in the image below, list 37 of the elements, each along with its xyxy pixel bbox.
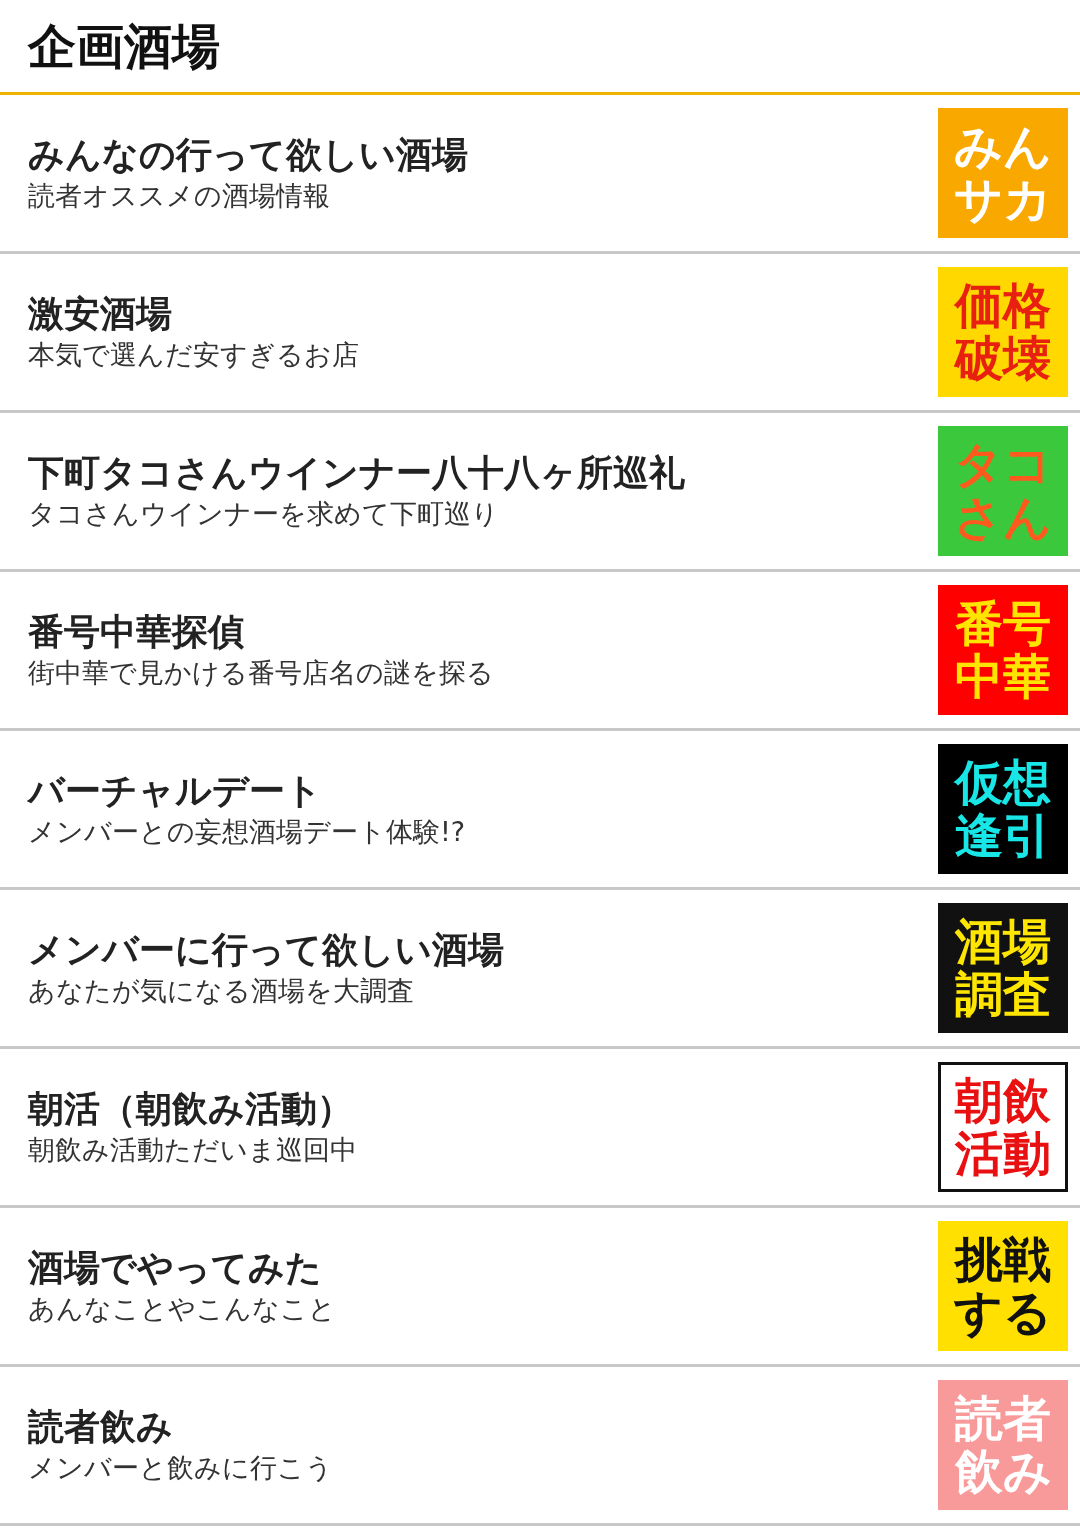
list-item[interactable]: 朝活（朝飲み活動） 朝飲み活動ただいま巡回中 朝飲 活動: [0, 1049, 1080, 1208]
badge-label: 酒場 調査: [955, 915, 1051, 1021]
list-item[interactable]: 下町タコさんウインナー八十八ヶ所巡礼 タコさんウインナーを求めて下町巡り タコ さん: [0, 413, 1080, 572]
badge-label: 読者 飲み: [954, 1392, 1052, 1498]
badge-label: 価格 破壊: [955, 279, 1051, 385]
item-subtitle: 本気で選んだ安すぎるお店: [28, 339, 360, 372]
list-item[interactable]: 激安酒場 本気で選んだ安すぎるお店 価格 破壊: [0, 254, 1080, 413]
item-title: 読者飲み: [28, 1405, 174, 1449]
item-subtitle: あんなことやこんなこと: [28, 1293, 337, 1326]
item-title: 朝活（朝飲み活動）: [28, 1087, 354, 1131]
badge-label: タコ さん: [954, 438, 1052, 544]
badge-label: 朝飲 活動: [955, 1074, 1051, 1180]
item-subtitle: タコさんウインナーを求めて下町巡り: [28, 498, 500, 531]
item-subtitle: あなたが気になる酒場を大調査: [28, 975, 415, 1008]
item-title: 番号中華探偵: [28, 610, 245, 654]
badge-label: みん サカ: [954, 120, 1052, 226]
list-item[interactable]: メンバーに行って欲しい酒場 あなたが気になる酒場を大調査 酒場 調査: [0, 890, 1080, 1049]
item-subtitle: 朝飲み活動ただいま巡回中: [28, 1134, 358, 1167]
item-subtitle: メンバーと飲みに行こう: [28, 1452, 334, 1485]
list-item[interactable]: 番号中華探偵 街中華で見かける番号店名の謎を探る 番号 中華: [0, 572, 1080, 731]
badge-label: 仮想 逢引: [955, 756, 1051, 862]
item-title: 激安酒場: [28, 292, 173, 336]
list-item[interactable]: バーチャルデート メンバーとの妄想酒場デート体験!? 仮想 逢引: [0, 731, 1080, 890]
item-title: みんなの行って欲しい酒場: [28, 133, 469, 177]
list-item[interactable]: みんなの行って欲しい酒場 読者オススメの酒場情報 みん サカ: [0, 95, 1080, 254]
list-item[interactable]: 酒場でやってみた あんなことやこんなこと 挑戦 する: [0, 1208, 1080, 1367]
item-subtitle: 読者オススメの酒場情報: [28, 180, 331, 213]
badge-label: 挑戦 する: [954, 1233, 1052, 1339]
badge-label: 番号 中華: [955, 597, 1051, 703]
list-item[interactable]: 読者飲み メンバーと飲みに行こう 読者 飲み: [0, 1367, 1080, 1526]
item-title: バーチャルデート: [28, 769, 323, 813]
item-subtitle: 街中華で見かける番号店名の謎を探る: [28, 657, 495, 690]
item-title: 下町タコさんウインナー八十八ヶ所巡礼: [28, 451, 686, 495]
item-subtitle: メンバーとの妄想酒場デート体験!?: [28, 816, 467, 849]
item-title: 酒場でやってみた: [28, 1246, 323, 1290]
item-title: メンバーに行って欲しい酒場: [28, 928, 505, 972]
section-title: 企画酒場: [28, 19, 220, 73]
